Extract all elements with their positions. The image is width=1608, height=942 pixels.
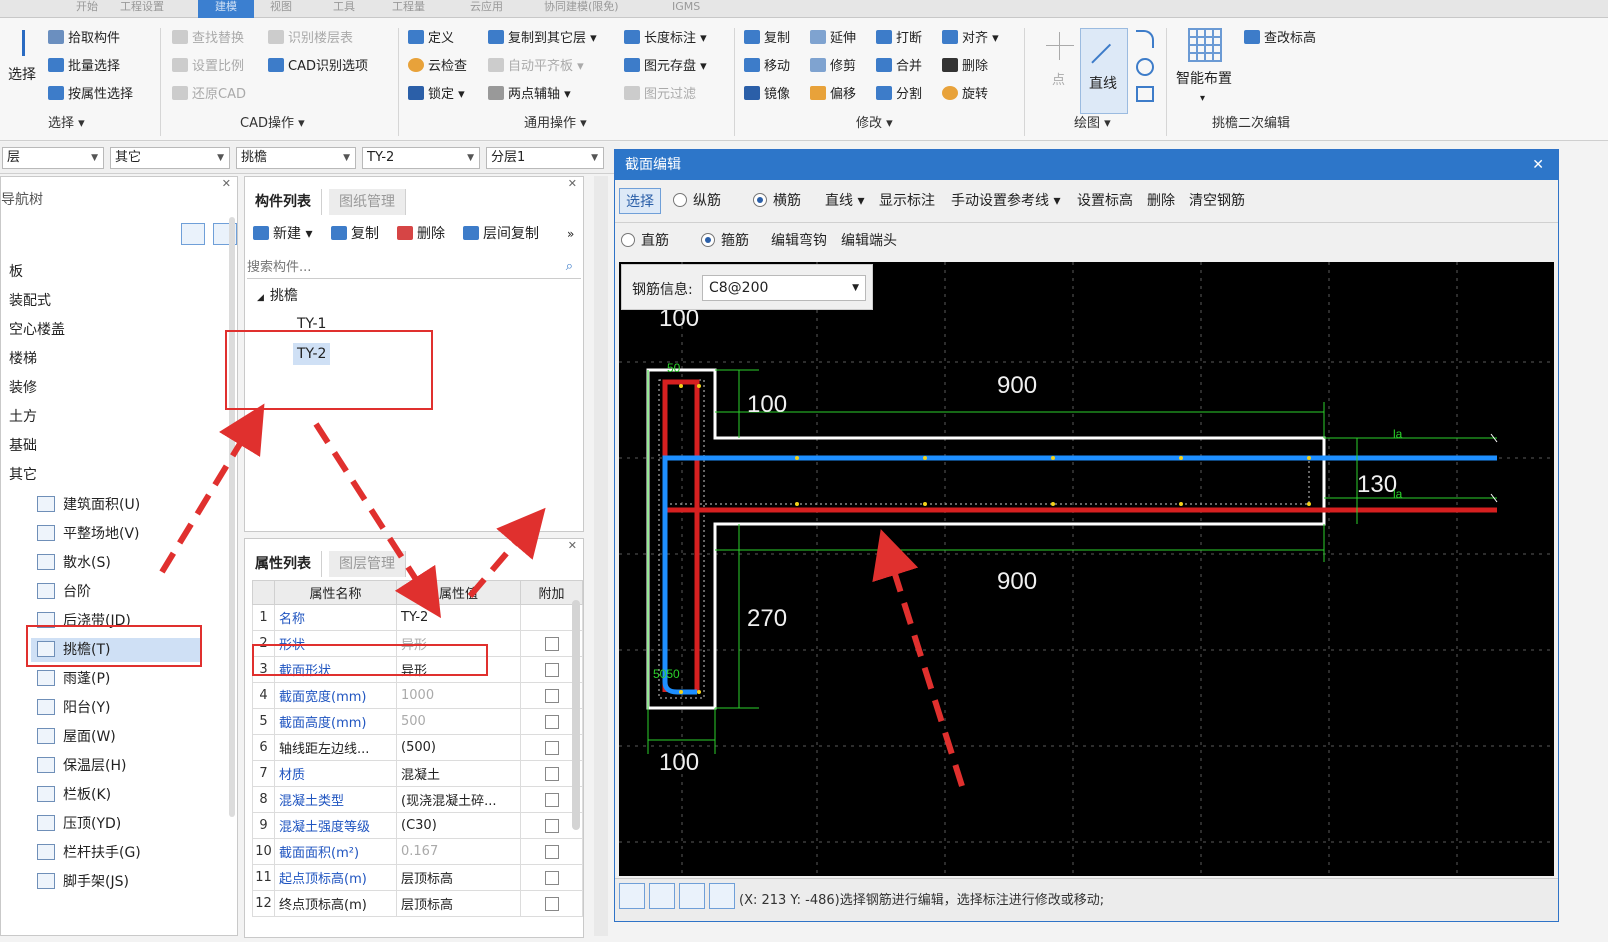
app-window: 开始 工程设置 建模 视图 工具 工程量 云应用 协同建模(限免) IGMS 选… [0,0,1608,942]
annotation-arrows [159,403,965,787]
